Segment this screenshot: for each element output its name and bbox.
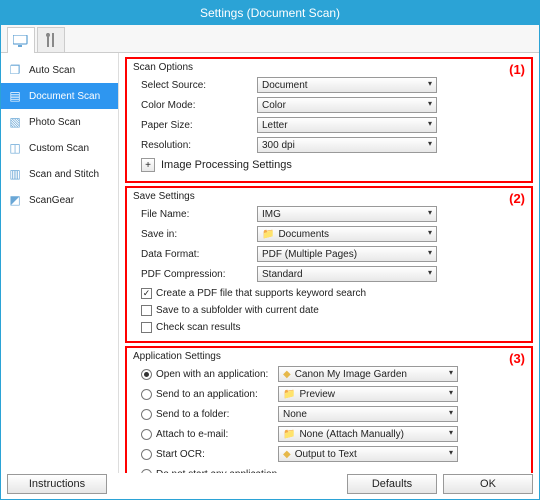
sidebar-item-label: Photo Scan [29, 117, 81, 128]
sidebar-item-custom-scan[interactable]: ◫ Custom Scan [1, 135, 118, 161]
photo-scan-icon: ▧ [7, 115, 23, 129]
sidebar-item-document-scan[interactable]: ▤ Document Scan [1, 83, 118, 109]
scangear-icon: ◩ [7, 193, 23, 207]
data-format-label: Data Format: [141, 249, 257, 260]
scan-options-title: Scan Options [133, 62, 525, 73]
color-mode-dropdown[interactable]: Color [257, 97, 437, 113]
send-to-app-dropdown[interactable]: 📁Preview [278, 386, 458, 402]
subfolder-label: Save to a subfolder with current date [156, 305, 319, 316]
application-settings-section: (3) Application Settings Open with an ap… [125, 346, 533, 473]
tools-tab[interactable] [37, 27, 65, 53]
image-processing-label: Image Processing Settings [161, 159, 292, 171]
keyword-search-label: Create a PDF file that supports keyword … [156, 288, 366, 299]
sidebar-item-auto-scan[interactable]: ❐ Auto Scan [1, 57, 118, 83]
save-in-dropdown[interactable]: 📁Documents [257, 226, 437, 242]
select-source-dropdown[interactable]: Document [257, 77, 437, 93]
sidebar-item-scan-stitch[interactable]: ▥ Scan and Stitch [1, 161, 118, 187]
attach-email-radio[interactable] [141, 429, 152, 440]
color-mode-label: Color Mode: [141, 100, 257, 111]
resolution-label: Resolution: [141, 140, 257, 151]
check-results-checkbox[interactable] [141, 322, 152, 333]
expand-image-processing-button[interactable]: + [141, 158, 155, 172]
section-number-3: (3) [509, 351, 525, 366]
sidebar-item-label: ScanGear [29, 195, 74, 206]
open-with-app-dropdown[interactable]: ◆Canon My Image Garden [278, 366, 458, 382]
paper-size-label: Paper Size: [141, 120, 257, 131]
scan-options-section: (1) Scan Options Select Source: Document… [125, 57, 533, 183]
section-number-1: (1) [509, 62, 525, 77]
sidebar-item-label: Document Scan [29, 91, 100, 102]
instructions-button[interactable]: Instructions [7, 474, 107, 494]
select-source-label: Select Source: [141, 80, 257, 91]
mail-icon: 📁 [283, 429, 295, 440]
settings-window: Settings (Document Scan) ❐ Auto Scan ▤ D… [0, 0, 540, 500]
start-ocr-label: Start OCR: [156, 449, 274, 460]
app-icon: ◆ [283, 369, 291, 380]
pdf-compression-label: PDF Compression: [141, 269, 257, 280]
open-with-app-radio[interactable] [141, 369, 152, 380]
start-ocr-radio[interactable] [141, 449, 152, 460]
main-panel: (1) Scan Options Select Source: Document… [119, 53, 539, 473]
no-start-label: Do not start any application [156, 469, 277, 474]
send-to-folder-dropdown[interactable]: None [278, 406, 458, 422]
folder-icon: 📁 [262, 229, 274, 240]
subfolder-checkbox[interactable] [141, 305, 152, 316]
window-title: Settings (Document Scan) [200, 6, 340, 20]
save-in-label: Save in: [141, 229, 257, 240]
send-to-folder-label: Send to a folder: [156, 409, 274, 420]
sidebar-item-label: Scan and Stitch [29, 169, 99, 180]
file-name-field[interactable]: IMG [257, 206, 437, 222]
no-start-radio[interactable] [141, 469, 152, 474]
paper-size-dropdown[interactable]: Letter [257, 117, 437, 133]
keyword-search-checkbox[interactable]: ✓ [141, 288, 152, 299]
button-bar: Instructions Defaults OK [7, 474, 533, 494]
tools-icon [45, 33, 57, 47]
body: ❐ Auto Scan ▤ Document Scan ▧ Photo Scan… [1, 53, 539, 473]
sidebar-item-label: Custom Scan [29, 143, 89, 154]
file-name-label: File Name: [141, 209, 257, 220]
document-scan-icon: ▤ [7, 89, 23, 103]
preview-icon: 📁 [283, 389, 295, 400]
data-format-dropdown[interactable]: PDF (Multiple Pages) [257, 246, 437, 262]
ok-button[interactable]: OK [443, 474, 533, 494]
scan-stitch-icon: ▥ [7, 167, 23, 181]
pdf-compression-dropdown[interactable]: Standard [257, 266, 437, 282]
send-to-app-label: Send to an application: [156, 389, 274, 400]
monitor-icon [13, 35, 29, 47]
send-to-folder-radio[interactable] [141, 409, 152, 420]
sidebar-item-scangear[interactable]: ◩ ScanGear [1, 187, 118, 213]
scan-from-computer-tab[interactable] [7, 27, 35, 53]
open-with-app-label: Open with an application: [156, 369, 274, 380]
ocr-icon: ◆ [283, 449, 291, 460]
application-settings-title: Application Settings [133, 351, 525, 362]
check-results-label: Check scan results [156, 322, 240, 333]
titlebar: Settings (Document Scan) [1, 1, 539, 25]
sidebar: ❐ Auto Scan ▤ Document Scan ▧ Photo Scan… [1, 53, 119, 473]
attach-email-dropdown[interactable]: 📁None (Attach Manually) [278, 426, 458, 442]
save-settings-section: (2) Save Settings File Name: IMG Save in… [125, 186, 533, 343]
attach-email-label: Attach to e-mail: [156, 429, 274, 440]
start-ocr-dropdown[interactable]: ◆Output to Text [278, 446, 458, 462]
custom-scan-icon: ◫ [7, 141, 23, 155]
send-to-app-radio[interactable] [141, 389, 152, 400]
resolution-dropdown[interactable]: 300 dpi [257, 137, 437, 153]
defaults-button[interactable]: Defaults [347, 474, 437, 494]
save-settings-title: Save Settings [133, 191, 525, 202]
auto-scan-icon: ❐ [7, 63, 23, 77]
section-number-2: (2) [509, 191, 525, 206]
sidebar-item-photo-scan[interactable]: ▧ Photo Scan [1, 109, 118, 135]
sidebar-item-label: Auto Scan [29, 65, 75, 76]
toolbar [1, 25, 539, 53]
